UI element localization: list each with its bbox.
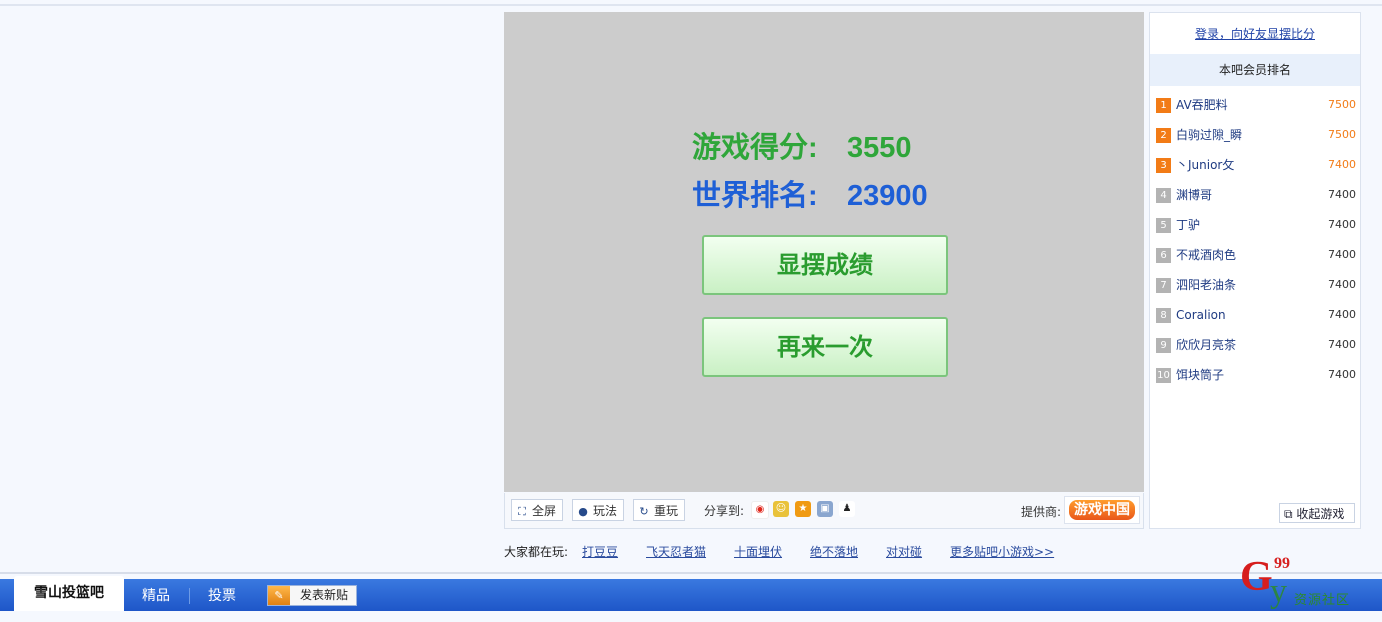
fullscreen-icon: ⛶ [518, 505, 526, 518]
rank-number: 6 [1156, 248, 1171, 263]
world-rank-value: 23900 [847, 180, 928, 212]
rank-score: 7400 [1328, 338, 1356, 351]
rank-name: 渊博哥 [1176, 188, 1213, 202]
rank-item[interactable]: 3 丶Junior攵 7400 [1156, 155, 1356, 175]
rank-name: 泗阳老油条 [1176, 278, 1237, 292]
ranking-panel: 登录，向好友显摆比分 本吧会员排名 1 AV吞肥料 7500 2 白驹过隙_瞬 … [1149, 12, 1361, 529]
renren-icon[interactable]: ☺ [773, 501, 789, 517]
rank-item[interactable]: 2 白驹过隙_瞬 7500 [1156, 125, 1356, 145]
more-games-link[interactable]: 更多贴吧小游戏>> [950, 543, 1054, 560]
collapse-icon: ⧉ [1284, 507, 1293, 521]
rank-name: AV吞肥料 [1176, 98, 1228, 112]
rank-number: 10 [1156, 368, 1171, 383]
rank-score: 7400 [1328, 218, 1356, 231]
qzone-icon[interactable]: ★ [795, 501, 811, 517]
rank-item[interactable]: 4 渊博哥 7400 [1156, 185, 1356, 205]
score-row: 游戏得分: 3550 [692, 124, 912, 166]
watermark-g: G [1240, 554, 1273, 600]
lightbulb-icon: ● [578, 505, 588, 518]
kaixin-icon[interactable]: ▣ [817, 501, 833, 517]
rank-name: 饵块筒子 [1176, 368, 1225, 382]
bottom-nav-bar: 雪山投篮吧 精品 投票 ✎ 发表新贴 [0, 576, 1382, 611]
rank-score: 7500 [1328, 98, 1356, 111]
howto-label: 玩法 [593, 504, 618, 518]
rank-number: 7 [1156, 278, 1171, 293]
collapse-label: 收起游戏 [1296, 507, 1345, 521]
rank-number: 9 [1156, 338, 1171, 353]
rank-score: 7400 [1328, 278, 1356, 291]
score-label: 游戏得分: [692, 132, 818, 164]
collapse-game-button[interactable]: ⧉ 收起游戏 [1279, 503, 1355, 523]
popular-games-row: 大家都在玩: 打豆豆 飞天忍者猫 十面埋伏 绝不落地 对对碰 更多贴吧小游戏>> [504, 543, 1054, 560]
howto-button[interactable]: ● 玩法 [572, 499, 625, 521]
restart-icon: ↻ [639, 505, 649, 518]
rank-score: 7400 [1328, 248, 1356, 261]
rank-score: 7400 [1328, 158, 1356, 171]
watermark-text: 资源社区 [1294, 593, 1351, 608]
watermark-logo: G 99 y 资源社区 [1238, 553, 1378, 610]
new-post-button[interactable]: ✎ 发表新贴 [267, 585, 357, 606]
world-rank-label: 世界排名: [692, 180, 818, 212]
game-toolbar: ⛶ 全屏 ● 玩法 ↻ 重玩 分享到: ◉ ☺ ★ ▣ ♟ 提供商: 游戏中国 [504, 493, 1144, 529]
game-link[interactable]: 绝不落地 [810, 543, 858, 560]
rank-name: 白驹过隙_瞬 [1176, 128, 1243, 142]
game-link[interactable]: 十面埋伏 [734, 543, 782, 560]
restart-button[interactable]: ↻ 重玩 [633, 499, 686, 521]
rank-item[interactable]: 8 Coralion 7400 [1156, 305, 1356, 325]
fullscreen-label: 全屏 [532, 504, 557, 518]
weibo-icon[interactable]: ◉ [751, 501, 769, 519]
restart-label: 重玩 [654, 504, 679, 518]
score-value: 3550 [847, 132, 912, 164]
edit-icon: ✎ [268, 586, 290, 605]
rank-name: 不戒酒肉色 [1176, 248, 1237, 262]
show-off-score-button[interactable]: 显摆成绩 [702, 235, 948, 295]
watermark-y: y [1270, 573, 1287, 610]
rank-item[interactable]: 5 丁驴 7400 [1156, 215, 1356, 235]
rank-score: 7400 [1328, 368, 1356, 381]
rank-number: 1 [1156, 98, 1171, 113]
provider-logo[interactable]: 游戏中国 [1064, 496, 1140, 524]
rank-item[interactable]: 10 饵块筒子 7400 [1156, 365, 1356, 385]
rank-number: 2 [1156, 128, 1171, 143]
fullscreen-button[interactable]: ⛶ 全屏 [511, 499, 564, 521]
rank-score: 7400 [1328, 188, 1356, 201]
watermark-number: 99 [1274, 555, 1290, 572]
rank-name: Coralion [1176, 308, 1226, 322]
rank-name: 欣欣月亮茶 [1176, 338, 1237, 352]
provider-label: 提供商: [1021, 505, 1062, 519]
new-post-label: 发表新贴 [300, 588, 349, 602]
play-again-button[interactable]: 再来一次 [702, 317, 948, 377]
rank-item[interactable]: 6 不戒酒肉色 7400 [1156, 245, 1356, 265]
rank-number: 4 [1156, 188, 1171, 203]
rank-item[interactable]: 9 欣欣月亮茶 7400 [1156, 335, 1356, 355]
ranking-header: 本吧会员排名 [1150, 54, 1360, 86]
tab-vote[interactable]: 投票 [208, 579, 236, 611]
world-rank-row: 世界排名: 23900 [692, 172, 928, 214]
game-link[interactable]: 对对碰 [886, 543, 922, 560]
rank-name: 丶Junior攵 [1176, 158, 1235, 172]
provider-logo-text: 游戏中国 [1069, 500, 1135, 520]
tab-featured[interactable]: 精品 [142, 579, 170, 611]
section-divider [0, 572, 1382, 574]
rank-score: 7500 [1328, 128, 1356, 141]
rank-number: 8 [1156, 308, 1171, 323]
tab-separator [189, 588, 190, 604]
rank-number: 3 [1156, 158, 1171, 173]
top-divider [0, 4, 1382, 6]
rank-name: 丁驴 [1176, 218, 1201, 232]
rank-score: 7400 [1328, 308, 1356, 321]
login-link[interactable]: 登录，向好友显摆比分 [1150, 25, 1360, 42]
game-link[interactable]: 打豆豆 [582, 543, 618, 560]
qq-icon[interactable]: ♟ [839, 501, 855, 517]
rank-number: 5 [1156, 218, 1171, 233]
popular-games-label: 大家都在玩: [504, 545, 569, 559]
rank-item[interactable]: 1 AV吞肥料 7500 [1156, 95, 1356, 115]
share-label: 分享到: [704, 504, 745, 518]
rank-item[interactable]: 7 泗阳老油条 7400 [1156, 275, 1356, 295]
tab-forum-home[interactable]: 雪山投篮吧 [14, 576, 124, 611]
game-canvas[interactable]: 游戏得分: 3550 世界排名: 23900 显摆成绩 再来一次 [504, 12, 1144, 492]
game-link[interactable]: 飞天忍者猫 [646, 543, 706, 560]
